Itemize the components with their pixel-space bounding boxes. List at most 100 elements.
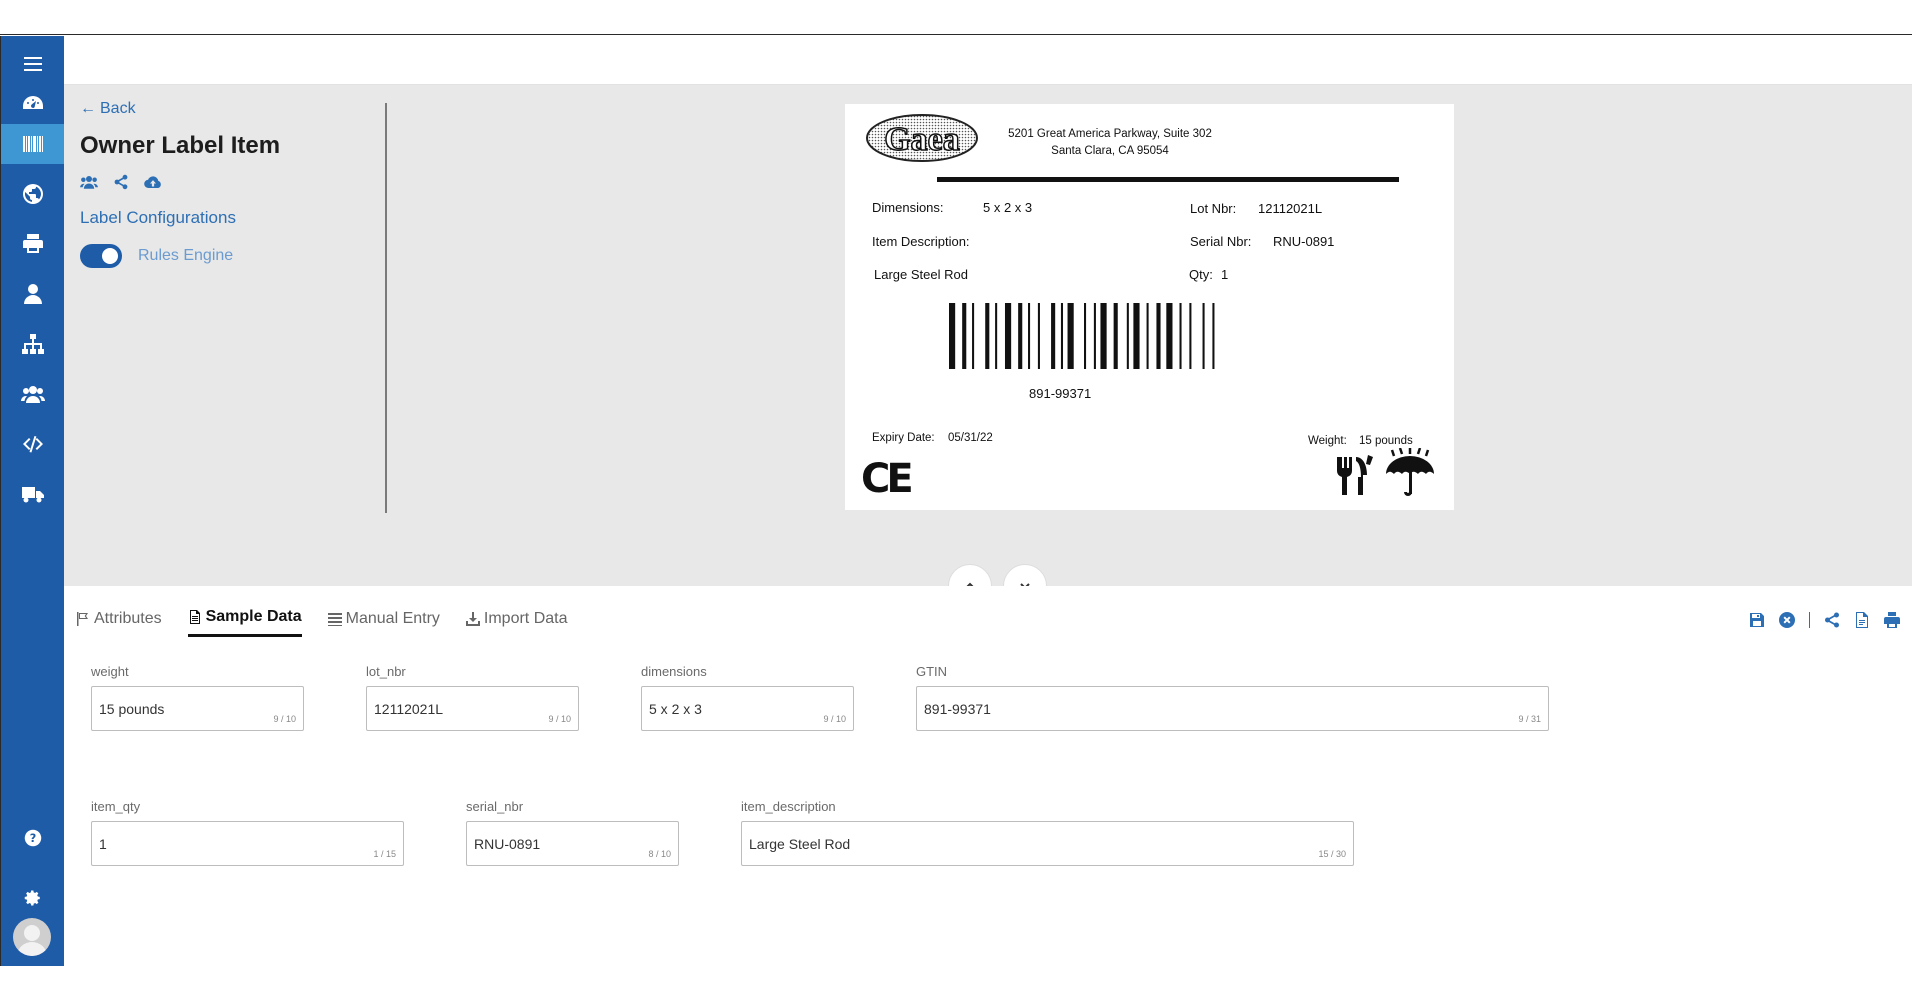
back-label: Back <box>100 100 136 117</box>
weight-input-value: 15 pounds <box>99 701 165 717</box>
top-bar <box>64 36 1912 85</box>
qty-value: 1 <box>1221 267 1229 282</box>
gtin-field-label: GTIN <box>916 664 948 679</box>
food-safe-icon <box>1336 455 1373 495</box>
code-icon[interactable] <box>1 424 65 464</box>
serial-nbr-field-label: serial_nbr <box>466 799 524 814</box>
weight-value: 15 pounds <box>1359 435 1413 447</box>
menu-icon[interactable] <box>1 44 65 84</box>
download-icon <box>465 611 480 626</box>
tab-sample-data[interactable]: Sample Data <box>187 608 302 637</box>
serial-label: Serial Nbr: <box>1190 234 1252 249</box>
globe-icon[interactable] <box>1 174 65 214</box>
weight-label: Weight: <box>1308 435 1347 447</box>
item-description-char-count: 15 / 30 <box>1318 849 1346 859</box>
lot-nbr-input-value: 12112021L <box>374 701 444 717</box>
serial-value: RNU-0891 <box>1273 234 1335 249</box>
vertical-divider <box>385 103 387 513</box>
users-icon[interactable] <box>1 374 65 414</box>
help-icon[interactable]: ? <box>1 818 65 858</box>
print-icon[interactable] <box>1884 612 1900 628</box>
item-description-input[interactable]: Large Steel Rod 15 / 30 <box>741 821 1354 866</box>
page-title: Owner Label Item <box>80 132 281 159</box>
lot-value: 12112021L <box>1258 201 1323 216</box>
barcode <box>949 303 1215 369</box>
label-configurations-link[interactable]: Label Configurations <box>80 208 380 228</box>
user-icon[interactable] <box>1 274 65 314</box>
label-editor-area: ← Back Owner Label Item Label Configurat… <box>64 85 1912 608</box>
save-icon[interactable] <box>1749 612 1765 628</box>
title-actions <box>80 174 380 190</box>
lot-nbr-input[interactable]: 12112021L 9 / 10 <box>366 686 579 731</box>
rules-engine-toggle[interactable] <box>80 244 122 268</box>
weight-field-label: weight <box>91 664 129 679</box>
item-qty-field: item_qty 1 1 / 15 <box>91 799 404 866</box>
dimensions-input[interactable]: 5 x 2 x 3 9 / 10 <box>641 686 854 731</box>
gtin-input[interactable]: 891-99371 9 / 31 <box>916 686 1549 731</box>
dimensions-input-value: 5 x 2 x 3 <box>649 701 702 717</box>
barcode-icon[interactable] <box>1 124 73 164</box>
serial-nbr-input[interactable]: RNU-0891 8 / 10 <box>466 821 679 866</box>
item-qty-input-value: 1 <box>99 836 107 852</box>
printer-icon[interactable] <box>1 224 65 264</box>
rules-engine-row: Rules Engine <box>80 244 380 268</box>
rules-engine-label: Rules Engine <box>138 247 234 264</box>
tab-manual-entry[interactable]: Manual Entry <box>327 608 440 637</box>
svg-text:?: ? <box>30 832 37 845</box>
back-link[interactable]: ← Back <box>80 100 136 118</box>
dashboard-icon[interactable] <box>1 84 65 124</box>
ce-mark: CE <box>861 456 914 502</box>
panel-toolbar <box>1749 612 1900 628</box>
share-icon[interactable] <box>112 174 130 190</box>
expiry-value: 05/31/22 <box>948 432 993 444</box>
item-desc-label: Item Description: <box>872 234 970 249</box>
dimensions-field: dimensions 5 x 2 x 3 9 / 10 <box>641 664 854 731</box>
label-address: 5201 Great America Parkway, Suite 302 Sa… <box>995 126 1225 160</box>
users-icon[interactable] <box>80 174 98 190</box>
label-rule <box>937 177 1399 182</box>
cloud-upload-icon[interactable] <box>144 174 162 190</box>
item-qty-input[interactable]: 1 1 / 15 <box>91 821 404 866</box>
gtin-char-count: 9 / 31 <box>1518 714 1541 724</box>
tab-attributes[interactable]: Attributes <box>76 608 162 637</box>
tab-import-data[interactable]: Import Data <box>465 608 568 637</box>
data-panel: Attributes Sample Data Manual Entry Impo… <box>64 586 1912 966</box>
close-circle-icon[interactable] <box>1779 612 1795 628</box>
truck-icon[interactable] <box>1 474 65 514</box>
lot-nbr-field: lot_nbr 12112021L 9 / 10 <box>366 664 579 731</box>
weight-field: weight 15 pounds 9 / 10 <box>91 664 304 731</box>
qty-label: Qty: <box>1189 267 1213 282</box>
serial-nbr-char-count: 8 / 10 <box>648 849 671 859</box>
tab-manual-entry-label: Manual Entry <box>345 609 440 627</box>
address-line-2: Santa Clara, CA 95054 <box>1051 145 1169 157</box>
barcode-text: 891-99371 <box>1029 386 1092 401</box>
weight-char-count: 9 / 10 <box>273 714 296 724</box>
lot-label: Lot Nbr: <box>1190 201 1237 216</box>
share-icon[interactable] <box>1824 612 1840 628</box>
serial-nbr-input-value: RNU-0891 <box>474 836 541 852</box>
settings-icon[interactable] <box>1 878 65 918</box>
sitemap-icon[interactable] <box>1 324 65 364</box>
weight-input[interactable]: 15 pounds 9 / 10 <box>91 686 304 731</box>
pdf-icon[interactable] <box>1854 612 1870 628</box>
document-icon <box>189 610 200 624</box>
gaea-logo: Gaea <box>866 114 978 162</box>
serial-nbr-field: serial_nbr RNU-0891 8 / 10 <box>466 799 679 866</box>
dimensions-label: Dimensions: <box>872 200 944 215</box>
tab-sample-data-label: Sample Data <box>205 608 302 625</box>
item-description-field: item_description Large Steel Rod 15 / 30 <box>741 799 1354 866</box>
expiry-label: Expiry Date: <box>872 432 935 444</box>
label-preview[interactable]: Gaea 5201 Great America Parkway, Suite 3… <box>845 104 1454 510</box>
lot-nbr-field-label: lot_nbr <box>366 664 406 679</box>
list-icon <box>327 612 342 626</box>
item-description-field-label: item_description <box>741 799 836 814</box>
avatar[interactable] <box>13 918 51 956</box>
gtin-input-value: 891-99371 <box>924 701 991 717</box>
lot-nbr-char-count: 9 / 10 <box>548 714 571 724</box>
tab-attributes-label: Attributes <box>94 609 162 627</box>
dimensions-field-label: dimensions <box>641 664 707 679</box>
logo-text: Gaea <box>884 121 960 158</box>
dimensions-value: 5 x 2 x 3 <box>983 200 1033 215</box>
window-bottom-margin <box>0 966 1912 1001</box>
item-description-input-value: Large Steel Rod <box>749 836 851 852</box>
